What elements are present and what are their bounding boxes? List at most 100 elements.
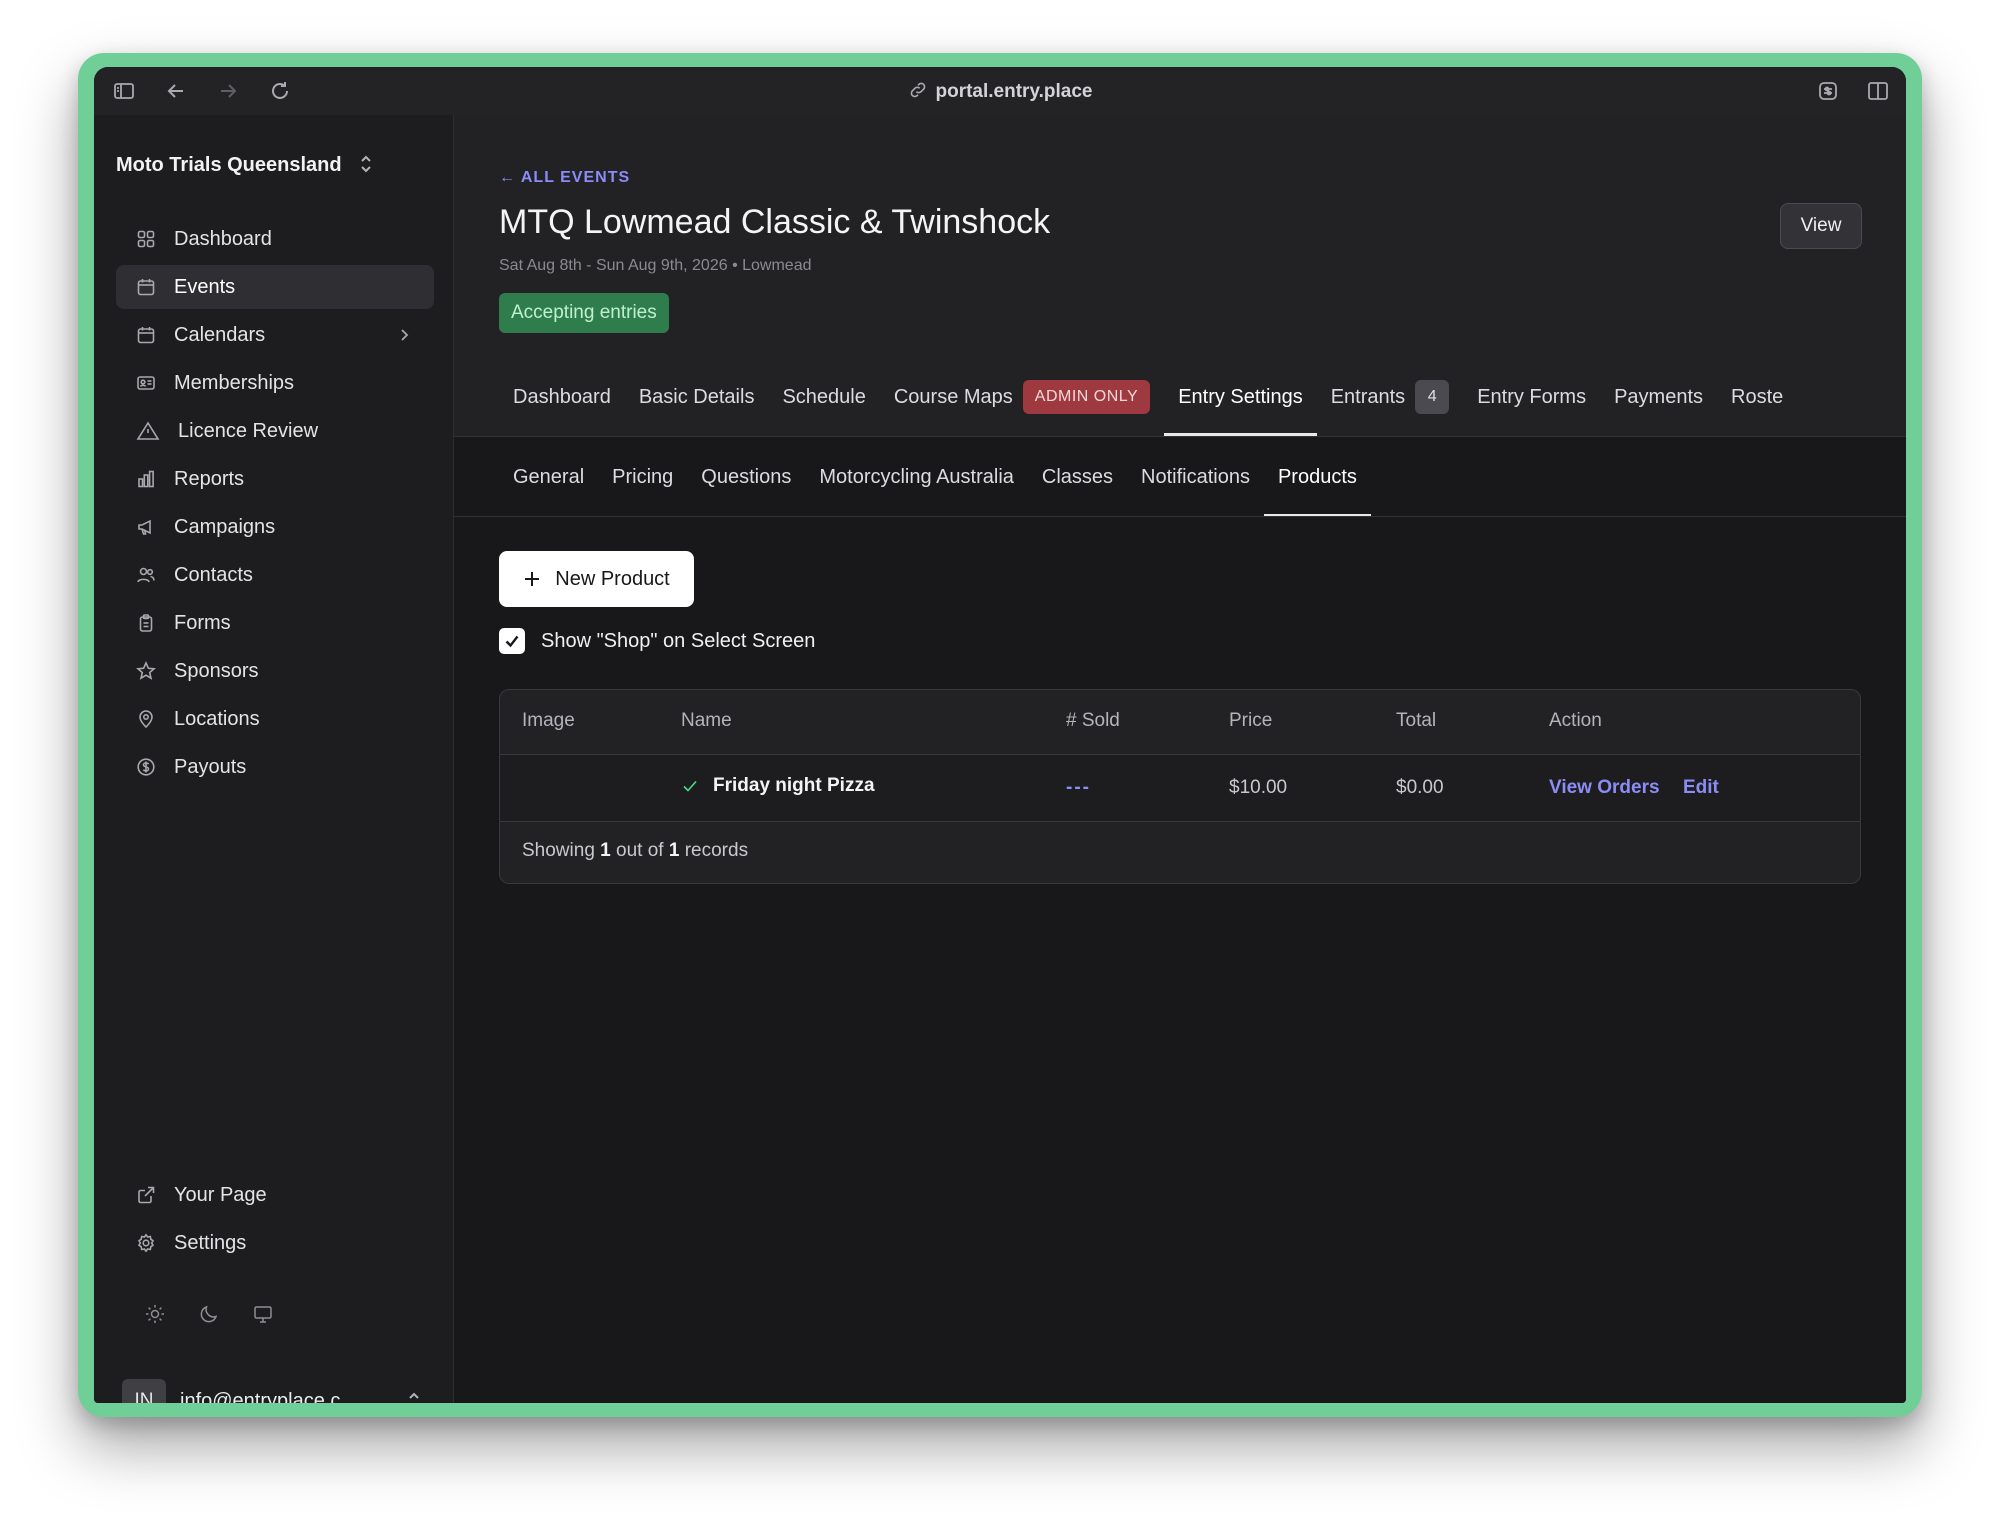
view-button[interactable]: View	[1780, 203, 1862, 249]
plus-icon	[523, 570, 541, 588]
tab-payments[interactable]: Payments	[1600, 358, 1717, 436]
calendar-icon	[136, 325, 156, 345]
subtab-products[interactable]: Products	[1263, 437, 1371, 517]
page-title: MTQ Lowmead Classic & Twinshock	[499, 203, 1051, 241]
sidebar-item-sponsors[interactable]: Sponsors	[116, 649, 434, 693]
dollar-circle-icon	[136, 757, 156, 777]
sidebar-item-your-page[interactable]: Your Page	[116, 1173, 434, 1217]
bar-chart-icon	[136, 469, 156, 489]
user-email: info@entryplace.c...	[180, 1389, 358, 1404]
product-name-cell: Friday night Pizza	[681, 775, 875, 797]
sidebar-item-label: Your Page	[174, 1183, 267, 1206]
split-view-icon[interactable]	[1866, 79, 1890, 103]
view-orders-link[interactable]: View Orders	[1549, 777, 1660, 799]
edit-link[interactable]: Edit	[1683, 777, 1719, 799]
sidebar: Moto Trials Queensland Dashboard Events …	[94, 115, 454, 1403]
tab-schedule[interactable]: Schedule	[768, 358, 879, 436]
show-shop-checkbox[interactable]	[499, 628, 525, 654]
subtab-general[interactable]: General	[499, 437, 598, 517]
sidebar-item-label: Campaigns	[174, 515, 276, 538]
subtab-notifications[interactable]: Notifications	[1127, 437, 1264, 517]
tab-basic-details[interactable]: Basic Details	[625, 358, 769, 436]
sidebar-item-label: Licence Review	[178, 419, 319, 442]
sidebar-item-label: Calendars	[174, 323, 266, 346]
sidebar-item-reports[interactable]: Reports	[116, 457, 434, 501]
sidebar-item-label: Settings	[174, 1231, 247, 1254]
grid-icon	[136, 229, 156, 249]
subtab-pricing[interactable]: Pricing	[598, 437, 687, 517]
tab-course-maps[interactable]: Course Maps ADMIN ONLY	[880, 358, 1164, 436]
chevron-right-icon[interactable]	[394, 325, 414, 345]
show-shop-setting: Show "Shop" on Select Screen	[499, 628, 815, 654]
product-price: $10.00	[1229, 777, 1288, 798]
product-sold[interactable]: ---	[1066, 777, 1091, 799]
tab-roster[interactable]: Roste	[1717, 358, 1797, 436]
sidebar-item-forms[interactable]: Forms	[116, 601, 434, 645]
subtab-classes[interactable]: Classes	[1028, 437, 1127, 517]
sidebar-item-memberships[interactable]: Memberships	[116, 361, 434, 405]
url-text: portal.entry.place	[935, 81, 1093, 102]
sun-icon[interactable]	[144, 1303, 166, 1325]
star-icon	[136, 661, 156, 681]
sidebar-item-calendars[interactable]: Calendars	[116, 313, 434, 357]
all-events-link[interactable]: ← ALL EVENTS	[499, 169, 630, 187]
theme-switcher	[144, 1303, 274, 1325]
checkmark-icon	[505, 635, 519, 648]
extensions-icon[interactable]	[1816, 79, 1840, 103]
table-row: Friday night Pizza --- $10.00 $0.00 View…	[500, 755, 1860, 822]
event-dates-location: Sat Aug 8th - Sun Aug 9th, 2026 • Lowmea…	[499, 257, 812, 274]
address-bar[interactable]: portal.entry.place	[94, 80, 1906, 103]
sidebar-item-label: Memberships	[174, 371, 295, 394]
megaphone-icon	[136, 517, 156, 537]
tab-entry-forms[interactable]: Entry Forms	[1463, 358, 1600, 436]
event-tabs: Dashboard Basic Details Schedule Course …	[499, 358, 1861, 436]
calendar-icon	[136, 277, 156, 297]
map-pin-icon	[136, 709, 156, 729]
product-name: Friday night Pizza	[713, 775, 875, 796]
subtab-motorcycling-australia[interactable]: Motorcycling Australia	[805, 437, 1028, 517]
sidebar-item-contacts[interactable]: Contacts	[116, 553, 434, 597]
sidebar-item-locations[interactable]: Locations	[116, 697, 434, 741]
column-header-name: Name	[681, 710, 732, 731]
moon-icon[interactable]	[198, 1303, 220, 1325]
sidebar-item-dashboard[interactable]: Dashboard	[116, 217, 434, 261]
org-name: Moto Trials Queensland	[116, 154, 342, 176]
subtab-questions[interactable]: Questions	[687, 437, 805, 517]
sidebar-item-label: Locations	[174, 707, 260, 730]
sidebar-item-campaigns[interactable]: Campaigns	[116, 505, 434, 549]
org-switcher[interactable]: Moto Trials Queensland	[116, 153, 373, 177]
user-menu[interactable]: IN info@entryplace.c...	[122, 1379, 422, 1403]
sidebar-item-label: Contacts	[174, 563, 253, 586]
gear-icon	[136, 1233, 156, 1253]
users-icon	[136, 565, 156, 585]
sidebar-item-label: Forms	[174, 611, 231, 634]
column-header-sold: # Sold	[1066, 710, 1120, 731]
sidebar-item-label: Sponsors	[174, 659, 259, 682]
new-product-button[interactable]: New Product	[499, 551, 694, 607]
tab-entrants[interactable]: Entrants 4	[1317, 358, 1463, 436]
sidebar-item-licence-review[interactable]: Licence Review	[116, 409, 434, 453]
divider	[454, 516, 1906, 517]
product-total: $0.00	[1396, 777, 1444, 798]
products-table: Image Name # Sold Price Total Action Fri…	[499, 689, 1861, 884]
sidebar-item-events[interactable]: Events	[116, 265, 434, 309]
sidebar-item-label: Payouts	[174, 755, 247, 778]
tab-entry-settings[interactable]: Entry Settings	[1164, 358, 1317, 436]
sidebar-item-payouts[interactable]: Payouts	[116, 745, 434, 789]
admin-only-badge: ADMIN ONLY	[1022, 380, 1151, 414]
sidebar-item-settings[interactable]: Settings	[116, 1221, 434, 1265]
entrants-count-badge: 4	[1415, 380, 1450, 414]
external-link-icon	[136, 1185, 156, 1205]
show-shop-label: Show "Shop" on Select Screen	[541, 629, 816, 652]
entry-settings-subtabs: General Pricing Questions Motorcycling A…	[499, 437, 1371, 517]
arrow-left-icon: ←	[499, 169, 516, 186]
clipboard-icon	[136, 613, 156, 633]
avatar: IN	[122, 1379, 166, 1403]
monitor-icon[interactable]	[252, 1303, 274, 1325]
column-header-total: Total	[1396, 710, 1437, 731]
chevron-up-down-icon	[406, 1389, 422, 1403]
sidebar-bottom-nav: Your Page Settings	[116, 1173, 434, 1269]
sidebar-item-label: Dashboard	[174, 227, 272, 250]
column-header-image: Image	[522, 710, 575, 731]
tab-dashboard[interactable]: Dashboard	[499, 358, 625, 436]
